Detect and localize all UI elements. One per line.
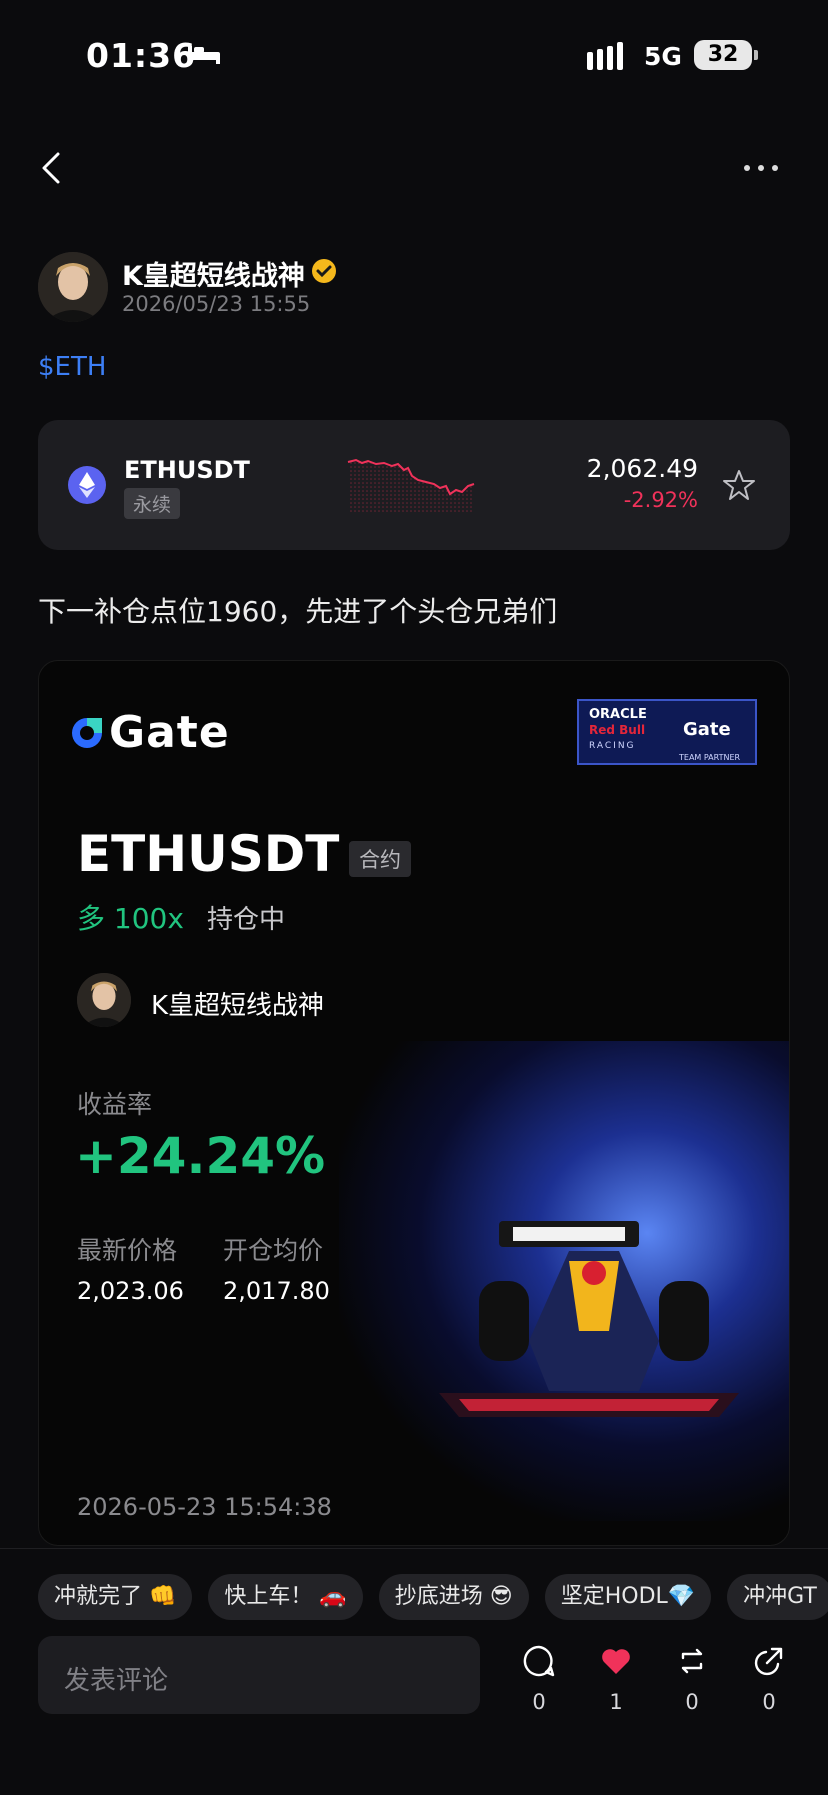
battery-tip	[754, 50, 758, 60]
comment-count: 0	[532, 1690, 546, 1714]
repost-button[interactable]: 0	[672, 1644, 712, 1714]
signal-icon	[587, 42, 623, 70]
favorite-star-icon[interactable]	[722, 468, 756, 502]
quick-comment-chip[interactable]: 坚定HODL💎	[544, 1574, 712, 1620]
contract-badge: 合约	[349, 841, 411, 877]
comment-input[interactable]: 发表评论	[38, 1636, 480, 1714]
ticker-card[interactable]: ETHUSDT 永续 2,062.49 -2.92%	[38, 420, 790, 550]
ticker-price: 2,062.49	[586, 454, 698, 483]
ticker-symbol: ETHUSDT	[124, 456, 250, 484]
gate-logo-icon	[72, 717, 102, 748]
avg-price-label: 开仓均价	[223, 1236, 324, 1265]
avg-price-value: 2,017.80	[223, 1277, 330, 1305]
share-button[interactable]: 0	[749, 1644, 789, 1714]
position-symbol: ETHUSDT	[77, 825, 340, 883]
roi-label: 收益率	[77, 1090, 153, 1119]
card-user-name: K皇超短线战神	[151, 991, 325, 1021]
network-type: 5G	[644, 42, 682, 71]
position-status: 持仓中	[207, 905, 286, 935]
partner-badge: ORACLE Red Bull RACING Gate TEAM PARTNER	[577, 699, 757, 765]
quick-comment-chips: 冲就完了 👊 快上车！ 🚗 抄底进场 😎 坚定HODL💎 冲冲GT	[38, 1574, 828, 1620]
comment-button[interactable]: 0	[519, 1644, 559, 1714]
ticker-change: -2.92%	[623, 488, 698, 512]
status-time: 01:36	[86, 36, 197, 75]
back-icon[interactable]	[36, 146, 66, 190]
quick-comment-chip[interactable]: 冲就完了 👊	[38, 1574, 193, 1620]
quick-comment-chip[interactable]: 冲冲GT	[727, 1574, 828, 1620]
repost-icon	[681, 1648, 703, 1674]
last-price-label: 最新价格	[77, 1236, 178, 1265]
like-count: 1	[609, 1690, 623, 1714]
coin-tag-link[interactable]: $ETH	[38, 352, 106, 382]
gate-logo: Gate	[69, 707, 230, 758]
heart-icon	[602, 1649, 630, 1674]
card-timestamp: 2026-05-23 15:54:38	[77, 1493, 332, 1521]
like-button[interactable]: 1	[596, 1644, 636, 1714]
divider	[0, 1548, 828, 1549]
card-avatar	[77, 973, 131, 1027]
sleep-mode-icon	[188, 46, 220, 64]
comment-placeholder: 发表评论	[64, 1666, 169, 1696]
verified-badge-icon	[312, 259, 336, 283]
price-sparkline	[347, 458, 475, 514]
perpetual-badge: 永续	[124, 488, 181, 519]
avatar[interactable]	[38, 252, 108, 322]
share-count: 0	[762, 1690, 776, 1714]
comment-icon	[523, 1645, 555, 1677]
status-bar: 01:36 5G 32	[0, 0, 828, 110]
pnl-share-card[interactable]: Gate ORACLE Red Bull RACING Gate TEAM PA…	[38, 660, 790, 1546]
quick-comment-chip[interactable]: 快上车！ 🚗	[208, 1574, 363, 1620]
roi-value: +24.24%	[75, 1127, 326, 1185]
author-name[interactable]: K皇超短线战神	[122, 254, 305, 293]
position-direction: 多 100x	[77, 902, 184, 935]
battery-icon: 32	[694, 40, 752, 70]
ethereum-icon	[68, 466, 106, 504]
quick-comment-chip[interactable]: 抄底进场 😎	[378, 1574, 529, 1620]
repost-count: 0	[685, 1690, 699, 1714]
more-options-icon[interactable]	[744, 156, 790, 180]
share-icon	[754, 1647, 783, 1676]
race-car-image	[439, 1221, 739, 1417]
last-price-value: 2,023.06	[77, 1277, 184, 1305]
post-text: 下一补仓点位1960，先进了个头仓兄弟们	[38, 595, 558, 628]
post-timestamp: 2026/05/23 15:55	[122, 292, 311, 316]
